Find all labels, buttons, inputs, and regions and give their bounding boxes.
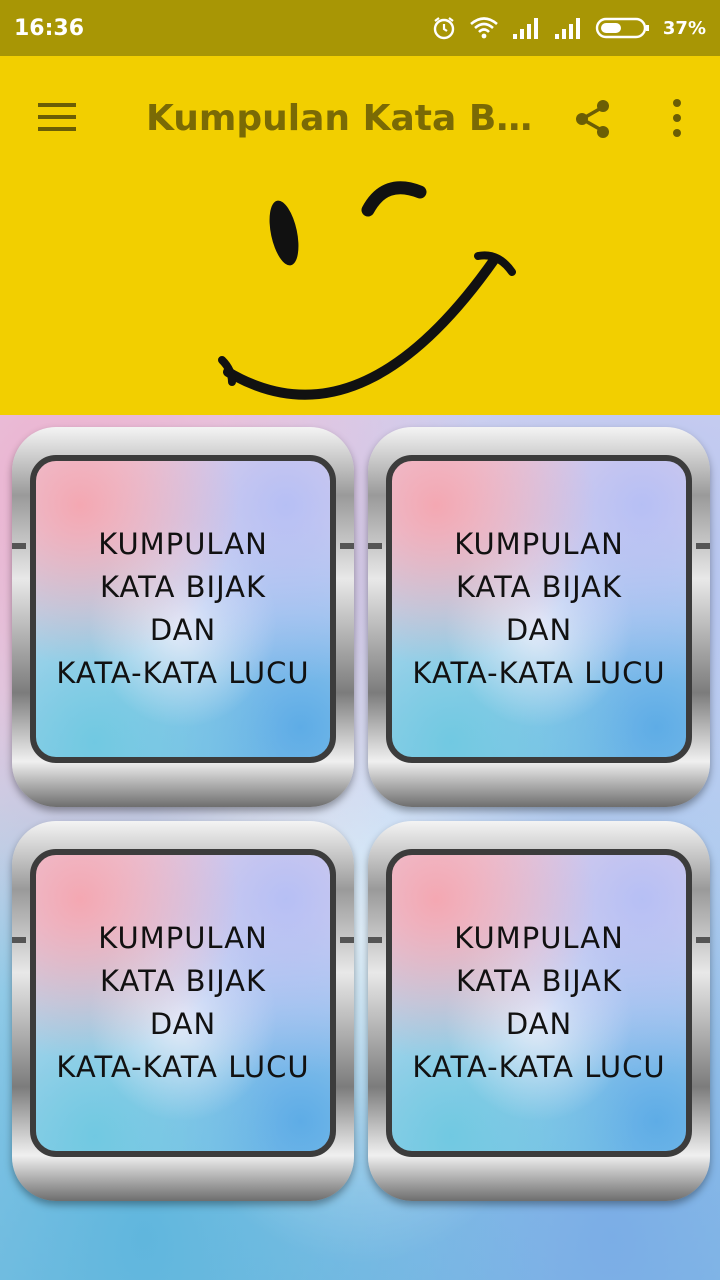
tile-line: KATA-KATA LUCU — [412, 1050, 666, 1084]
app-title: Kumpulan Kata Bijak dan Kata-Kata Lucu — [146, 98, 536, 139]
tile-line: KATA BIJAK — [100, 964, 266, 998]
battery-percent: 37% — [662, 17, 706, 39]
tile-content: KUMPULAN KATA BIJAK DAN KATA-KATA LUCU — [386, 455, 692, 763]
signal-icon — [511, 16, 541, 40]
winking-smiley-image — [218, 181, 516, 400]
header-banner — [0, 160, 720, 415]
tile-line: KATA-KATA LUCU — [56, 1050, 310, 1084]
menu-grid: KUMPULAN KATA BIJAK DAN KATA-KATA LUCU K… — [0, 415, 720, 1280]
tile-line: KUMPULAN — [454, 527, 624, 561]
tile-line: KATA-KATA LUCU — [56, 656, 310, 690]
alarm-icon — [431, 15, 457, 41]
tile-content: KUMPULAN KATA BIJAK DAN KATA-KATA LUCU — [30, 849, 336, 1157]
hamburger-menu-icon[interactable] — [36, 96, 78, 138]
tile-line: KATA BIJAK — [456, 964, 622, 998]
tile-rail — [12, 543, 26, 549]
status-time: 16:36 — [14, 15, 85, 41]
battery-icon — [595, 16, 651, 40]
menu-tile-2[interactable]: KUMPULAN KATA BIJAK DAN KATA-KATA LUCU — [368, 427, 710, 807]
menu-tile-4[interactable]: KUMPULAN KATA BIJAK DAN KATA-KATA LUCU — [368, 821, 710, 1201]
tile-rail — [340, 937, 354, 943]
tile-line: KUMPULAN — [98, 921, 268, 955]
status-bar: 16:36 37% — [0, 0, 720, 56]
menu-tile-1[interactable]: KUMPULAN KATA BIJAK DAN KATA-KATA LUCU — [12, 427, 354, 807]
tile-line: KATA BIJAK — [100, 570, 266, 604]
tile-rail — [340, 543, 354, 549]
tile-line: DAN — [505, 1007, 573, 1041]
tile-line: KUMPULAN — [454, 921, 624, 955]
menu-tile-3[interactable]: KUMPULAN KATA BIJAK DAN KATA-KATA LUCU — [12, 821, 354, 1201]
tile-line: KATA BIJAK — [456, 570, 622, 604]
tile-rail — [696, 937, 710, 943]
signal-icon — [553, 16, 583, 40]
tile-line: DAN — [149, 613, 217, 647]
more-vertical-icon[interactable] — [662, 96, 692, 140]
tile-line: KUMPULAN — [98, 527, 268, 561]
tile-rail — [12, 937, 26, 943]
tile-content: KUMPULAN KATA BIJAK DAN KATA-KATA LUCU — [30, 455, 336, 763]
wifi-icon — [469, 16, 499, 40]
tile-rail — [368, 937, 382, 943]
tile-content: KUMPULAN KATA BIJAK DAN KATA-KATA LUCU — [386, 849, 692, 1157]
tile-rail — [696, 543, 710, 549]
tile-rail — [368, 543, 382, 549]
tile-line: DAN — [505, 613, 573, 647]
tile-line: KATA-KATA LUCU — [412, 656, 666, 690]
share-icon[interactable] — [572, 98, 614, 140]
tile-line: DAN — [149, 1007, 217, 1041]
status-icons: 37% — [431, 15, 706, 41]
